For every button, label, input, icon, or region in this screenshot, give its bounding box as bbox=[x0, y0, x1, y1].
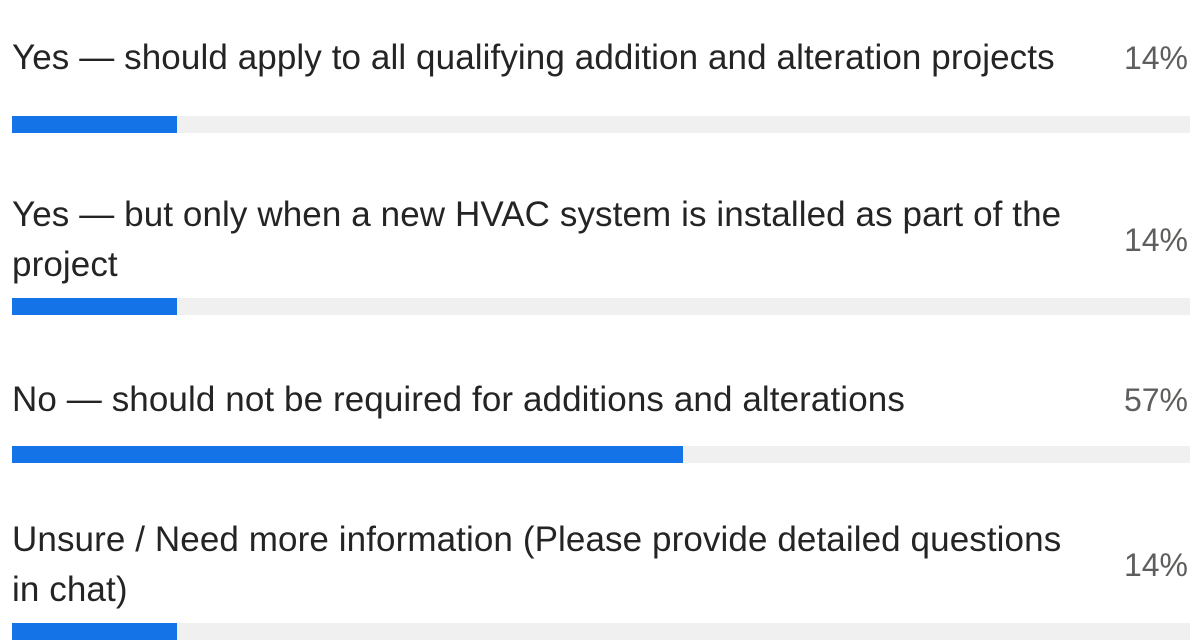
poll-option-percent: 14% bbox=[1123, 39, 1188, 76]
poll-option: Unsure / Need more information (Please p… bbox=[12, 515, 1192, 640]
poll-option: Yes — should apply to all qualifying add… bbox=[12, 8, 1192, 133]
poll-bar-track bbox=[12, 623, 1190, 640]
poll-bar-fill bbox=[12, 116, 177, 133]
poll-bar-fill bbox=[12, 298, 177, 315]
poll-option-percent: 57% bbox=[1123, 381, 1188, 418]
poll-option-label: Unsure / Need more information (Please p… bbox=[12, 520, 1062, 609]
poll-option-percent: 14% bbox=[1123, 546, 1188, 583]
poll-option-row: No — should not be required for addition… bbox=[12, 370, 1192, 430]
poll-bar-track bbox=[12, 446, 1190, 463]
poll-option-percent: 14% bbox=[1123, 221, 1188, 258]
poll-bar-fill bbox=[12, 623, 177, 640]
poll-option-label: No — should not be required for addition… bbox=[12, 380, 905, 419]
poll-option: No — should not be required for addition… bbox=[12, 370, 1192, 463]
poll-bar-track bbox=[12, 298, 1190, 315]
poll-option-row: Yes — but only when a new HVAC system is… bbox=[12, 190, 1192, 290]
poll-option-label: Yes — should apply to all qualifying add… bbox=[12, 38, 1055, 77]
poll-option-row: Unsure / Need more information (Please p… bbox=[12, 515, 1192, 615]
poll-results: Yes — should apply to all qualifying add… bbox=[0, 0, 1201, 640]
poll-bar-fill bbox=[12, 446, 684, 463]
poll-option: Yes — but only when a new HVAC system is… bbox=[12, 190, 1192, 315]
poll-option-row: Yes — should apply to all qualifying add… bbox=[12, 8, 1192, 108]
poll-option-label: Yes — but only when a new HVAC system is… bbox=[12, 195, 1062, 284]
poll-bar-track bbox=[12, 116, 1190, 133]
